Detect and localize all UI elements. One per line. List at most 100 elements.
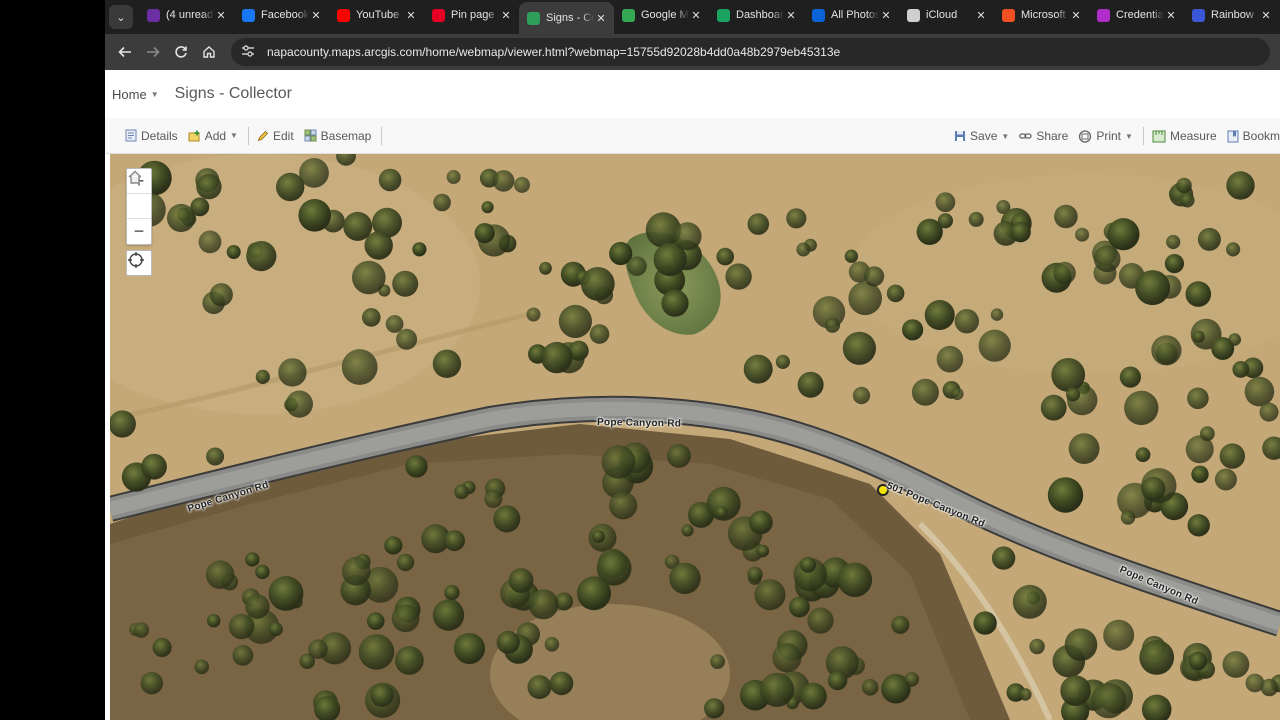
toolbar-divider xyxy=(381,126,383,145)
close-icon[interactable]: ✕ xyxy=(309,9,323,22)
chevron-down-icon: ▼ xyxy=(1001,131,1010,141)
tree-canopy xyxy=(514,176,530,193)
tree-canopy xyxy=(141,453,167,480)
close-icon[interactable]: ✕ xyxy=(1259,9,1273,22)
satellite-imagery xyxy=(110,154,1280,720)
tree-canopy xyxy=(1219,443,1246,469)
tree-canopy xyxy=(797,371,824,398)
close-icon[interactable]: ✕ xyxy=(404,9,418,22)
toolbar-divider xyxy=(1142,127,1144,145)
tree-canopy xyxy=(609,491,638,520)
measure-button[interactable]: Measure xyxy=(1152,129,1217,143)
tree-canopy xyxy=(432,349,462,378)
close-icon[interactable]: ✕ xyxy=(974,9,988,22)
tree-canopy xyxy=(991,546,1016,570)
back-button[interactable] xyxy=(111,38,139,66)
browser-tab[interactable]: Dashboard✕ xyxy=(709,0,804,30)
chevron-down-icon: ▼ xyxy=(1125,131,1133,141)
address-bar-row: napacounty.maps.arcgis.com/home/webmap/v… xyxy=(105,34,1280,70)
save-button[interactable]: Save ▼ xyxy=(954,129,1009,143)
tree-canopy xyxy=(796,242,811,257)
url-field[interactable]: napacounty.maps.arcgis.com/home/webmap/v… xyxy=(231,38,1270,66)
browser-tab[interactable]: Rainbow ✕ xyxy=(1184,0,1279,30)
tree-canopy xyxy=(341,349,378,385)
tab-strip: ⌄ (4 unread) ✕ Facebook ✕ YouTube ✕ Pin page ✕ S… xyxy=(105,0,1280,34)
tab-title: Rainbow xyxy=(1211,9,1254,21)
tree-canopy xyxy=(954,309,979,334)
credential-icon xyxy=(1097,8,1110,22)
browser-tab[interactable]: Facebook ✕ xyxy=(234,0,329,30)
tree-canopy xyxy=(205,560,235,589)
basemap-button[interactable]: Basemap xyxy=(304,129,371,143)
tree-canopy xyxy=(343,211,373,241)
tree-canopy xyxy=(549,671,574,696)
share-button[interactable]: Share xyxy=(1019,129,1068,143)
print-button[interactable]: Print ▼ xyxy=(1078,129,1133,143)
tree-canopy xyxy=(1222,651,1250,678)
microsoft-icon xyxy=(1002,8,1015,22)
browser-tab[interactable]: Microsoft ✕ xyxy=(994,0,1089,30)
bookmarks-button[interactable]: Bookm xyxy=(1227,129,1280,143)
tree-canopy xyxy=(681,524,694,537)
tree-canopy xyxy=(268,622,283,637)
tree-canopy xyxy=(1214,468,1237,491)
map-view[interactable]: + − Pope Canyon Rd Pope Canyon Rd Pope C… xyxy=(110,154,1280,720)
tab-search-button[interactable]: ⌄ xyxy=(109,5,133,29)
tree-canopy xyxy=(1012,584,1047,619)
tree-canopy xyxy=(759,672,795,707)
zoom-out-button[interactable]: − xyxy=(127,219,151,244)
home-menu[interactable]: Home ▼ xyxy=(112,87,159,102)
tree-canopy xyxy=(232,645,254,666)
save-label: Save xyxy=(970,129,998,143)
chevron-down-icon: ▼ xyxy=(150,89,159,99)
browser-tab[interactable]: Pin page ✕ xyxy=(424,0,519,30)
tree-canopy xyxy=(935,192,956,213)
reload-button[interactable] xyxy=(167,38,195,66)
default-extent-button[interactable] xyxy=(127,170,151,219)
tree-canopy xyxy=(1200,426,1215,441)
close-icon[interactable]: ✕ xyxy=(594,12,608,25)
close-icon[interactable]: ✕ xyxy=(214,9,228,22)
measure-label: Measure xyxy=(1169,129,1217,143)
details-button[interactable]: Details xyxy=(125,129,178,143)
arcgis-icon xyxy=(527,11,540,25)
page-title: Signs - Collector xyxy=(174,85,292,102)
close-icon[interactable]: ✕ xyxy=(784,9,798,22)
tab-title: YouTube xyxy=(356,9,400,21)
tree-canopy xyxy=(391,604,420,633)
locate-button[interactable] xyxy=(126,250,152,276)
tree-canopy xyxy=(1259,402,1279,422)
browser-tab[interactable]: Google Maps✕ xyxy=(614,0,709,30)
home-button[interactable] xyxy=(195,38,223,66)
tree-canopy xyxy=(786,208,807,229)
tree-canopy xyxy=(852,386,871,405)
browser-tab[interactable]: All Photos ✕ xyxy=(804,0,899,30)
tree-canopy xyxy=(911,378,939,406)
tree-canopy xyxy=(1124,390,1159,426)
tree-canopy xyxy=(255,564,270,580)
add-button[interactable]: Add ▼ xyxy=(188,129,238,143)
tree-canopy xyxy=(789,596,810,618)
close-icon[interactable]: ✕ xyxy=(1069,9,1083,22)
tree-canopy xyxy=(396,328,418,350)
site-settings-icon[interactable] xyxy=(241,44,259,60)
browser-tab[interactable]: Credentials✕ xyxy=(1089,0,1184,30)
close-icon[interactable]: ✕ xyxy=(499,9,513,22)
tree-canopy xyxy=(508,568,534,593)
tree-canopy xyxy=(1176,177,1192,194)
tree-canopy xyxy=(133,622,150,638)
tree-canopy xyxy=(772,643,802,673)
forward-button[interactable] xyxy=(139,38,167,66)
browser-tab[interactable]: Signs - Collector✕ xyxy=(519,2,614,34)
close-icon[interactable]: ✕ xyxy=(689,9,703,22)
tree-canopy xyxy=(207,614,221,628)
edit-button[interactable]: Edit xyxy=(257,129,294,143)
close-icon[interactable]: ✕ xyxy=(879,9,893,22)
tree-canopy xyxy=(1064,628,1098,661)
browser-tab[interactable]: YouTube ✕ xyxy=(329,0,424,30)
save-disk-icon xyxy=(954,130,966,142)
browser-tab[interactable]: iCloud ✕ xyxy=(899,0,994,30)
browser-tab[interactable]: (4 unread) ✕ xyxy=(139,0,234,30)
close-icon[interactable]: ✕ xyxy=(1164,9,1178,22)
tree-canopy xyxy=(904,672,920,687)
